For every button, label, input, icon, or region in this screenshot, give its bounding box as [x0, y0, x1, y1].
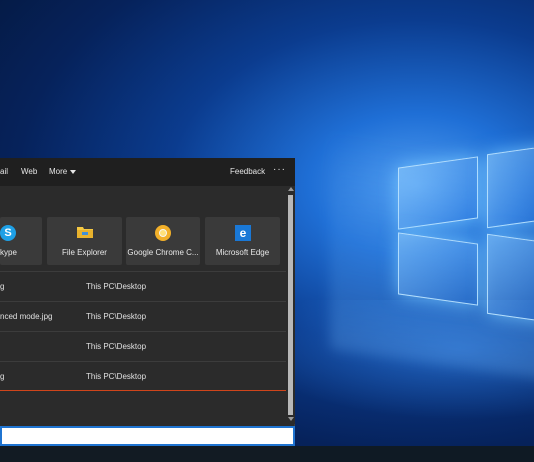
scrollbar[interactable] [286, 186, 295, 424]
taskbar-search-area [0, 446, 300, 462]
windows-logo-pane [487, 233, 534, 323]
tab-more[interactable]: More [49, 167, 77, 176]
file-result-row[interactable]: g This PC\Desktop [0, 271, 286, 301]
app-tile-file-explorer[interactable]: File Explorer [47, 217, 122, 265]
file-result-row[interactable]: nced mode.jpg This PC\Desktop [0, 301, 286, 331]
app-tile-chrome[interactable]: Google Chrome C... [126, 217, 200, 265]
search-box[interactable] [0, 426, 295, 446]
file-path: This PC\Desktop [86, 282, 147, 291]
app-tile-label: Microsoft Edge [215, 248, 270, 257]
search-header: ail Web More Feedback ··· [0, 158, 295, 186]
windows-logo-pane [487, 145, 534, 229]
tab-more-label: More [49, 167, 68, 176]
windows-logo-pane [398, 232, 478, 306]
scroll-thumb[interactable] [288, 195, 293, 415]
tab-web[interactable]: Web [21, 167, 37, 176]
file-name: g [0, 372, 5, 381]
app-tile-label: File Explorer [62, 248, 107, 257]
taskbar [0, 446, 534, 462]
scroll-down-arrow-icon[interactable] [288, 417, 294, 421]
file-result-row[interactable]: g This PC\Desktop [0, 361, 286, 391]
file-result-row[interactable]: This PC\Desktop [0, 331, 286, 361]
app-tile-skype[interactable]: S kype [0, 217, 42, 265]
tab-mail[interactable]: ail [0, 167, 8, 176]
edge-icon: e [235, 225, 251, 241]
file-path: This PC\Desktop [86, 372, 147, 381]
app-tile-label: kype [0, 248, 17, 257]
windows-logo-pane [398, 156, 478, 230]
folder-icon [77, 227, 93, 238]
feedback-button[interactable]: Feedback [230, 167, 265, 176]
chrome-icon [155, 225, 171, 241]
more-options-icon[interactable]: ··· [273, 164, 286, 175]
search-window: ail Web More Feedback ··· S kype File Ex… [0, 158, 295, 446]
file-name: g [0, 282, 5, 291]
app-tile-edge[interactable]: e Microsoft Edge [205, 217, 280, 265]
skype-icon: S [0, 225, 16, 241]
search-input[interactable] [2, 430, 293, 446]
file-path: This PC\Desktop [86, 312, 147, 321]
chevron-down-icon [70, 169, 77, 174]
file-path: This PC\Desktop [86, 342, 147, 351]
file-name: nced mode.jpg [0, 312, 53, 321]
scroll-up-arrow-icon[interactable] [288, 187, 294, 191]
app-tile-label: Google Chrome C... [127, 248, 199, 257]
